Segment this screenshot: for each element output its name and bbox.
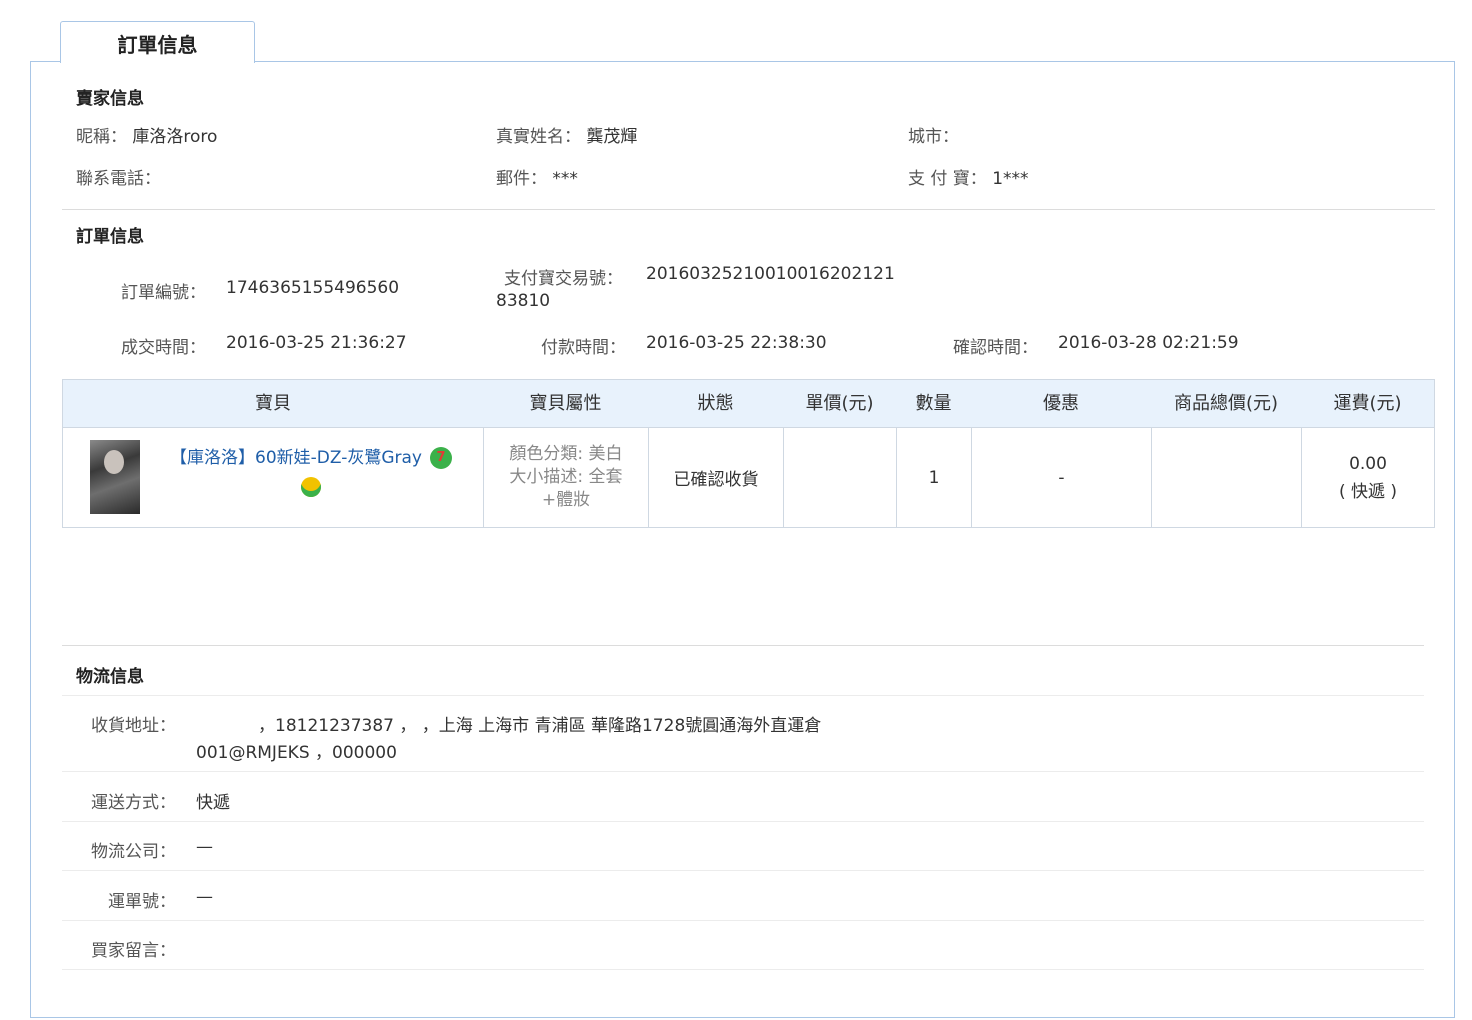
seller-nickname-row: 昵稱： 庫洛洛roro bbox=[76, 122, 217, 147]
nickname-label: 昵稱： bbox=[76, 127, 127, 147]
seller-alipay-row: 支 付 寶： 1*** bbox=[908, 164, 1029, 189]
status-text: 已確認收貨 bbox=[673, 470, 759, 490]
email-value: *** bbox=[552, 169, 578, 189]
attr-size: 大小描述: 全套 bbox=[509, 467, 623, 487]
order-section-title: 訂單信息 bbox=[76, 227, 144, 247]
cell-status: 已確認收貨 bbox=[648, 428, 783, 527]
quantity-value: 1 bbox=[928, 467, 940, 488]
discount-value: - bbox=[1058, 467, 1065, 488]
divider bbox=[62, 695, 1424, 696]
pay-time-value: 2016-03-25 22:38:30 bbox=[646, 333, 827, 353]
shipping-method-value: ( 快遞 ) bbox=[1338, 481, 1398, 502]
shipping-method-label: 運送方式： bbox=[91, 793, 176, 813]
address-value-line1: ，18121237387 ， ，上海 上海市 青浦區 華隆路1728號圓通海外直… bbox=[258, 716, 822, 736]
divider bbox=[62, 771, 1424, 772]
nickname-value: 庫洛洛roro bbox=[132, 127, 218, 147]
seller-realname-row: 真實姓名： 龔茂輝 bbox=[496, 122, 637, 147]
header-item: 寶貝 bbox=[255, 393, 291, 414]
header-shipping: 運費(元) bbox=[1333, 393, 1402, 414]
buyer-message-label: 買家留言： bbox=[91, 941, 176, 961]
logistics-company-label: 物流公司： bbox=[91, 842, 176, 862]
seller-email-row: 郵件： *** bbox=[496, 164, 578, 189]
order-panel bbox=[30, 61, 1455, 1018]
order-no-label: 訂單編號： bbox=[121, 283, 206, 303]
shipping-method-text: 快遞 bbox=[196, 793, 230, 813]
address-value-line2: 001@RMJEKS ，000000 bbox=[196, 743, 397, 763]
order-no-value: 1746365155496560 bbox=[226, 278, 400, 298]
logistics-section-title: 物流信息 bbox=[76, 667, 144, 687]
divider bbox=[62, 821, 1424, 822]
seller-section-title: 賣家信息 bbox=[76, 89, 144, 109]
divider bbox=[62, 920, 1424, 921]
alipay-value: 1*** bbox=[992, 169, 1029, 189]
divider bbox=[62, 969, 1424, 970]
divider bbox=[62, 870, 1424, 871]
cell-shipping: 0.00 ( 快遞 ) bbox=[1301, 428, 1434, 527]
product-table: 寶貝 寶貝屬性 狀態 單價(元) 數量 優惠 商品總價(元) 運費(元) 【庫洛… bbox=[62, 379, 1435, 528]
cell-unit-price bbox=[783, 428, 896, 527]
confirm-time-value: 2016-03-28 02:21:59 bbox=[1058, 333, 1239, 353]
cell-attributes: 顏色分類: 美白 大小描述: 全套 +體妝 bbox=[483, 428, 648, 527]
phone-label: 聯系電話： bbox=[76, 169, 161, 189]
divider bbox=[62, 645, 1424, 646]
tab-order-info[interactable]: 訂單信息 bbox=[60, 21, 255, 63]
header-attributes: 寶貝屬性 bbox=[529, 393, 602, 414]
header-total: 商品總價(元) bbox=[1173, 393, 1279, 414]
header-status: 狀態 bbox=[697, 393, 734, 414]
deal-time-label: 成交時間： bbox=[121, 338, 206, 358]
confirm-time-label: 確認時間： bbox=[953, 338, 1038, 358]
cell-discount: - bbox=[971, 428, 1151, 527]
cell-quantity: 1 bbox=[896, 428, 971, 527]
waybill-value: — bbox=[196, 887, 213, 907]
seven-day-return-icon: 7 bbox=[429, 447, 452, 469]
attr-extra: +體妝 bbox=[541, 490, 591, 510]
flower-icon bbox=[301, 477, 321, 497]
pay-time-label: 付款時間： bbox=[541, 338, 626, 358]
cell-total bbox=[1151, 428, 1301, 527]
header-discount: 優惠 bbox=[1043, 393, 1079, 414]
alipay-trade-value-line1: 2016032521001001620212​1 bbox=[646, 264, 895, 284]
deal-time-value: 2016-03-25 21:36:27 bbox=[226, 333, 407, 353]
city-label: 城市： bbox=[908, 127, 959, 147]
realname-label: 真實姓名： bbox=[496, 127, 581, 147]
alipay-trade-value-line2: 83810 bbox=[496, 291, 551, 311]
product-thumbnail[interactable] bbox=[90, 440, 140, 514]
header-unit-price: 單價(元) bbox=[805, 393, 874, 414]
seller-city-row: 城市： bbox=[908, 122, 959, 147]
address-label: 收貨地址： bbox=[91, 716, 176, 736]
product-table-header: 寶貝 寶貝屬性 狀態 單價(元) 數量 優惠 商品總價(元) 運費(元) bbox=[63, 380, 1434, 428]
attr-color: 顏色分類: 美白 bbox=[509, 444, 623, 464]
shipping-fee-value: 0.00 bbox=[1349, 453, 1387, 474]
logistics-company-value: — bbox=[196, 837, 213, 857]
waybill-label: 運單號： bbox=[108, 892, 176, 912]
seller-phone-row: 聯系電話： bbox=[76, 164, 161, 189]
cell-item: 【庫洛洛】60新娃-DZ-灰鷺Gray 7 bbox=[63, 428, 483, 527]
product-link[interactable]: 【庫洛洛】60新娃-DZ-灰鷺Gray 7 bbox=[161, 444, 461, 502]
divider bbox=[62, 209, 1435, 210]
realname-value: 龔茂輝 bbox=[586, 127, 638, 147]
header-quantity: 數量 bbox=[915, 393, 952, 414]
alipay-trade-label: 支付寶交易號： bbox=[504, 269, 623, 289]
product-name[interactable]: 【庫洛洛】60新娃-DZ-灰鷺Gray bbox=[170, 448, 422, 468]
email-label: 郵件： bbox=[496, 169, 547, 189]
alipay-label: 支 付 寶： bbox=[908, 169, 987, 189]
